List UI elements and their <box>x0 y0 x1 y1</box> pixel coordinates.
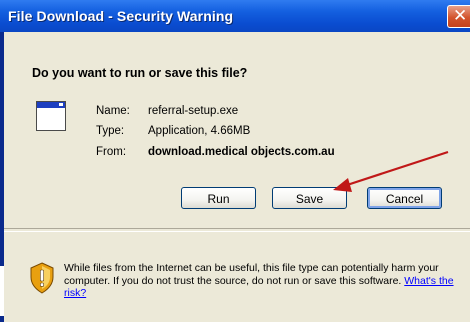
separator <box>4 228 470 232</box>
close-icon: ✕ <box>453 6 468 26</box>
warning-text: While files from the Internet can be use… <box>64 262 439 287</box>
file-source-value: download.medical objects.com.au <box>148 146 335 158</box>
type-label: Type: <box>96 125 125 137</box>
dialog-title: File Download - Security Warning <box>8 8 234 24</box>
run-button[interactable]: Run <box>181 187 256 209</box>
name-label: Name: <box>96 105 130 117</box>
file-name-value: referral-setup.exe <box>148 105 239 117</box>
close-button[interactable]: ✕ <box>447 5 470 28</box>
file-type-value: Application, 4.66MB <box>148 125 251 137</box>
from-label: From: <box>96 146 127 158</box>
application-file-icon <box>36 101 66 131</box>
run-or-save-question: Do you want to run or save this file? <box>32 66 248 80</box>
title-bar[interactable]: File Download - Security Warning ✕ <box>0 0 470 32</box>
screen-edge <box>0 266 4 316</box>
security-shield-icon <box>30 262 54 294</box>
cancel-button[interactable]: Cancel <box>367 187 442 209</box>
save-button[interactable]: Save <box>272 187 347 209</box>
security-warning-message: While files from the Internet can be use… <box>64 262 464 300</box>
